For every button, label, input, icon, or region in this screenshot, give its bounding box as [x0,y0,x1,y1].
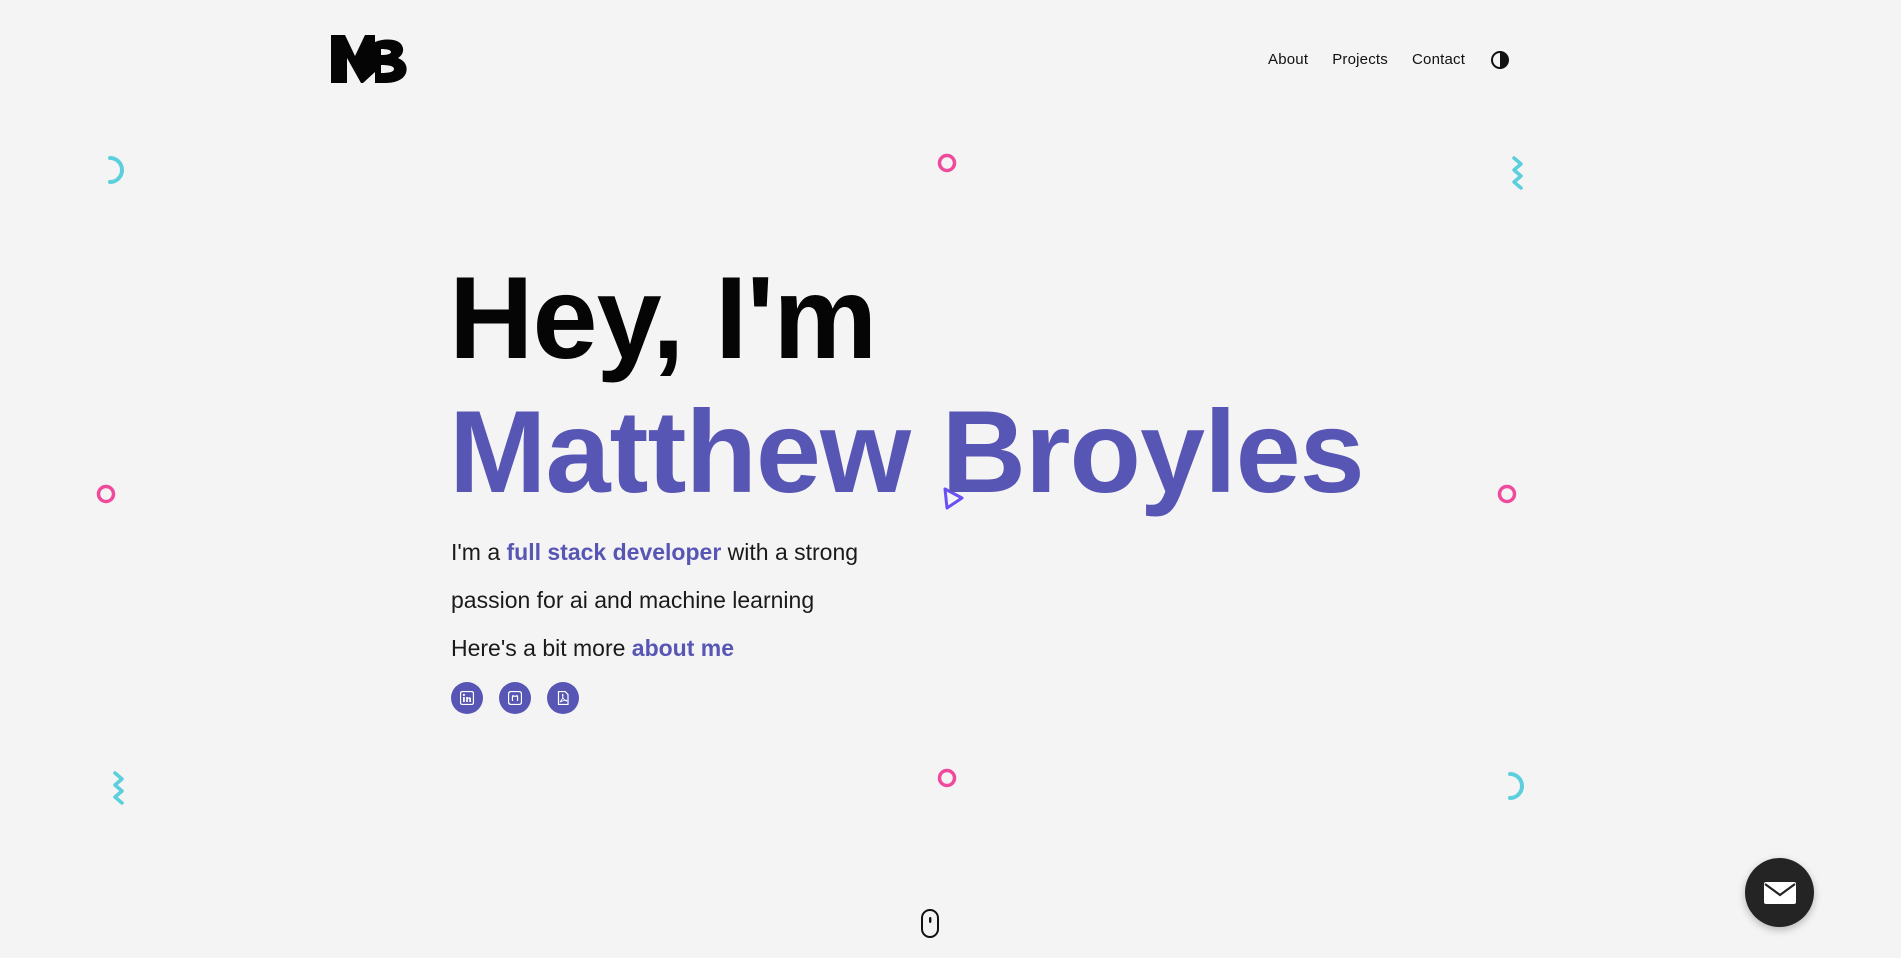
intro-text: I'm a full stack developer with a strong… [451,528,911,672]
social-links [451,682,595,714]
hero-name: Matthew Broyles [449,386,1365,517]
intro-highlight: full stack developer [506,539,722,565]
intro-suffix: with a strong [721,539,859,565]
mb-logo[interactable] [331,34,407,84]
cyan-arc-shape [1508,772,1524,800]
resume-pdf-icon [557,691,569,705]
pink-ring-shape [937,768,957,788]
pink-ring-shape [1497,484,1517,504]
pink-ring-shape [937,153,957,173]
intro-prefix: I'm a [451,539,507,565]
cyan-zigzag-shape [113,771,124,805]
nav-contact-link[interactable]: Contact [1412,50,1465,70]
envelope-icon [1763,881,1796,904]
intro-line-1: I'm a full stack developer with a strong [451,528,911,576]
intro-line-3-prefix: Here's a bit more [451,635,632,661]
linkedin-button[interactable] [451,682,483,714]
cyan-zigzag-shape [1512,156,1523,190]
hero-greeting: Hey, I'm [449,252,877,383]
github-button[interactable] [499,682,531,714]
intro-line-3: Here's a bit more about me [451,624,911,672]
portfolio-page: About Projects Contact Hey, I'm Matthew … [0,0,1901,958]
main-nav: About Projects Contact [1268,50,1510,70]
intro-line-2: passion for ai and machine learning [451,587,815,613]
theme-toggle-icon[interactable] [1490,50,1510,70]
mouse-scroll-icon[interactable] [920,908,940,939]
pink-ring-shape [96,484,116,504]
cyan-arc-shape [108,156,124,184]
nav-about-link[interactable]: About [1268,50,1308,70]
github-icon [508,691,522,705]
about-me-link[interactable]: about me [632,635,734,661]
contact-email-button[interactable] [1745,858,1814,927]
nav-projects-link[interactable]: Projects [1332,50,1388,70]
resume-button[interactable] [547,682,579,714]
linkedin-icon [460,691,474,705]
